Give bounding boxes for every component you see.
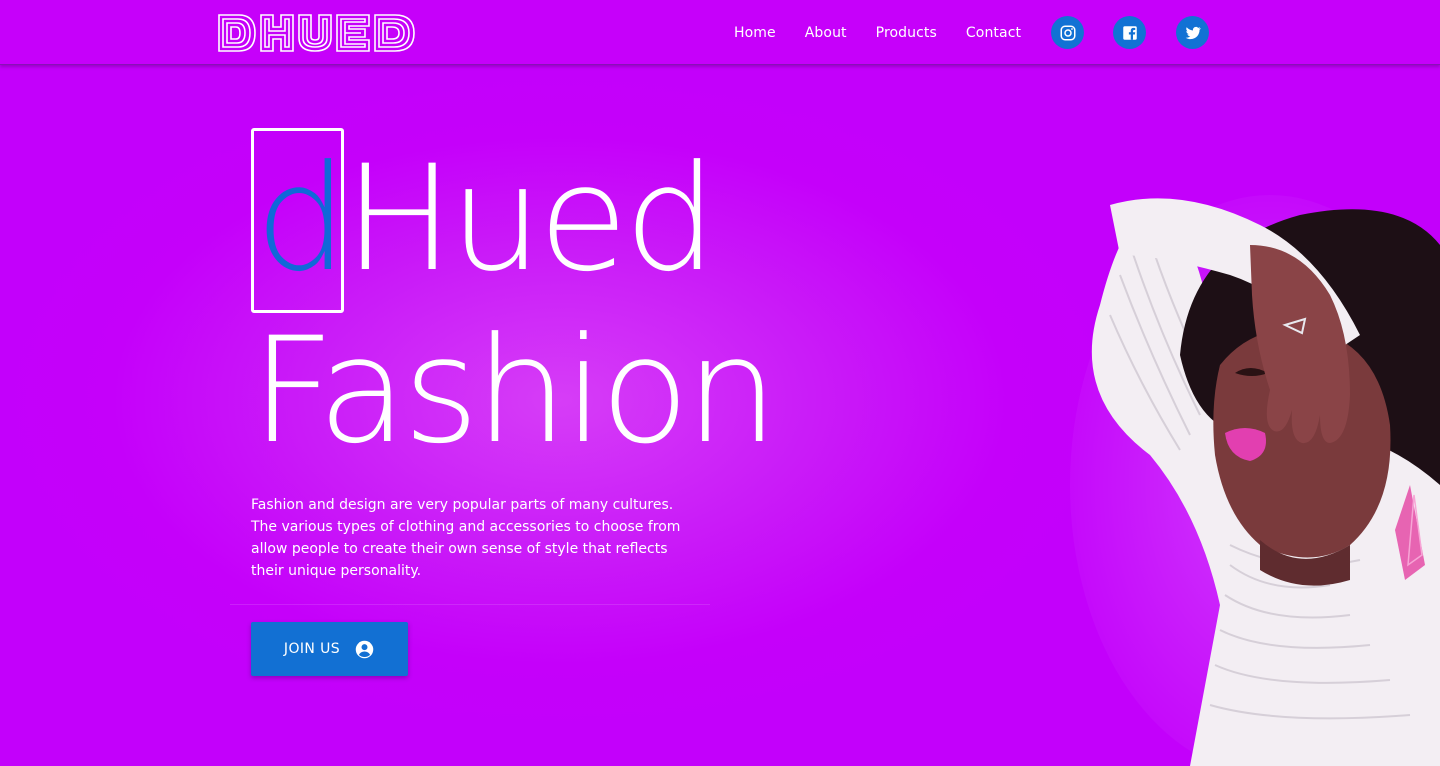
facebook-button[interactable] <box>1113 16 1146 49</box>
navbar: Home About Products Contact <box>0 0 1440 65</box>
instagram-icon <box>1060 25 1075 40</box>
nav-links: Home About Products Contact <box>734 0 1050 65</box>
account-circle-icon <box>355 640 374 658</box>
join-us-button[interactable]: JOIN US <box>251 622 408 676</box>
join-us-label: JOIN US <box>283 641 341 657</box>
hero-model-image <box>1030 185 1440 766</box>
twitter-icon <box>1185 26 1201 39</box>
hero-description: Fashion and design are very popular part… <box>251 497 681 579</box>
facebook-icon <box>1122 25 1137 40</box>
logo-icon <box>218 14 415 52</box>
model-photo <box>1070 195 1440 766</box>
brand-logo[interactable] <box>217 12 417 54</box>
nav-link-products[interactable]: Products <box>876 25 937 41</box>
hero-divider <box>230 604 710 605</box>
nav-link-contact[interactable]: Contact <box>966 25 1021 41</box>
instagram-button[interactable] <box>1051 16 1084 49</box>
title-word-hued: Hued <box>344 134 717 304</box>
nav-link-home[interactable]: Home <box>734 25 776 41</box>
hero-title-line2: Fashion <box>251 306 778 476</box>
twitter-button[interactable] <box>1176 16 1209 49</box>
nav-link-about[interactable]: About <box>805 25 847 41</box>
title-accent-letter: d <box>255 134 348 304</box>
